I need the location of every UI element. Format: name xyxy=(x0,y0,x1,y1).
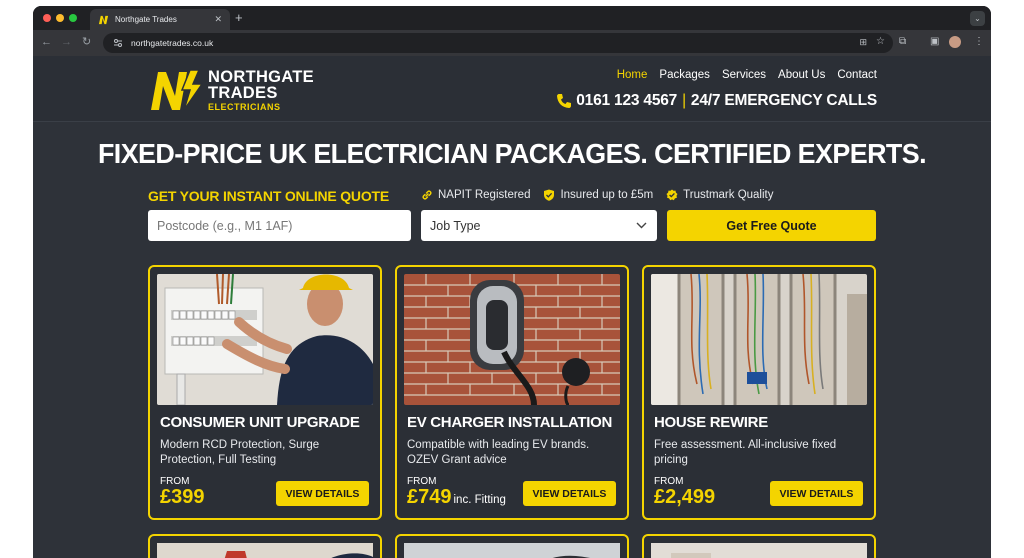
package-photo xyxy=(404,543,620,558)
menu-kebab-icon[interactable]: ⋮ xyxy=(974,36,984,48)
package-card-ev-charger[interactable]: EV CHARGER INSTALLATION Compatible with … xyxy=(395,265,629,520)
website-page: NORTHGATE TRADES ELECTRICIANS Home Packa… xyxy=(33,56,991,558)
price-value: £399 xyxy=(160,486,205,508)
browser-tab[interactable]: Northgate Trades ✕ xyxy=(90,9,230,30)
chevron-down-icon xyxy=(636,222,647,229)
nav-about-us[interactable]: About Us xyxy=(778,69,825,81)
reload-icon[interactable]: ↻ xyxy=(82,35,91,49)
badge-insured-label: Insured up to £5m xyxy=(560,189,654,201)
package-description: Modern RCD Protection, Surge Protection,… xyxy=(160,439,320,466)
badge-napit: NAPIT Registered xyxy=(421,189,530,201)
house-rewire-photo xyxy=(651,274,867,405)
logo-line-electricians: ELECTRICIANS xyxy=(208,101,281,112)
badge-trustmark: Trustmark Quality xyxy=(666,189,773,201)
price-value: £749 xyxy=(407,486,452,508)
view-details-button[interactable]: VIEW DETAILS xyxy=(770,481,863,506)
back-arrow-icon[interactable]: ← xyxy=(41,35,52,49)
consumer-unit-photo xyxy=(157,274,373,405)
package-card-row2-3[interactable] xyxy=(642,534,876,558)
package-title: CONSUMER UNIT UPGRADE xyxy=(160,414,360,431)
logo-line-trades: TRADES xyxy=(208,84,278,102)
tab-title: Northgate Trades xyxy=(115,15,177,24)
quote-label: GET YOUR INSTANT ONLINE QUOTE xyxy=(148,188,390,204)
maximize-window-button[interactable] xyxy=(69,14,77,22)
job-type-value: Job Type xyxy=(430,218,481,233)
package-price: £2,499 xyxy=(654,486,715,509)
translate-icon[interactable]: ⊞ xyxy=(859,37,867,48)
badge-trustmark-label: Trustmark Quality xyxy=(683,189,774,201)
tab-close-icon[interactable]: ✕ xyxy=(214,14,222,25)
package-title: EV CHARGER INSTALLATION xyxy=(407,414,613,431)
new-tab-icon[interactable]: + xyxy=(235,11,243,24)
package-description: Free assessment. All-inclusive fixed pri… xyxy=(654,439,837,466)
nav-packages[interactable]: Packages xyxy=(659,69,710,81)
package-price: £399 xyxy=(160,486,205,509)
price-value: £2,499 xyxy=(654,486,716,508)
ev-charger-photo xyxy=(404,274,620,405)
link-icon xyxy=(422,190,432,200)
get-free-quote-button[interactable]: Get Free Quote xyxy=(667,210,876,241)
phone-separator: | xyxy=(682,92,686,109)
close-window-button[interactable] xyxy=(43,14,51,22)
postcode-input[interactable]: Postcode (e.g., M1 1AF) xyxy=(148,210,411,241)
extensions-icon[interactable]: ⧉ xyxy=(899,36,906,48)
logo-line-northgate: NORTHGATE xyxy=(208,67,314,86)
sidebar-icon[interactable]: ▣ xyxy=(930,36,939,48)
site-logo[interactable]: NORTHGATE TRADES ELECTRICIANS xyxy=(148,66,314,114)
nav-home[interactable]: Home xyxy=(617,69,648,81)
badge-check-icon xyxy=(666,189,678,201)
emergency-calls-label: 24/7 EMERGENCY CALLS xyxy=(690,92,877,109)
phone-number: 0161 123 4567 xyxy=(576,92,678,109)
package-card-row2-1[interactable] xyxy=(148,534,382,558)
hero-title: FIXED-PRICE UK ELECTRICIAN PACKAGES. CER… xyxy=(97,138,927,169)
browser-toolbar: ← → ↻ northgatetrades.co.uk ⊞ ☆ ⧉ ▣ ⋮ xyxy=(33,30,991,56)
package-card-row2-2[interactable] xyxy=(395,534,629,558)
tab-search-chevron-icon[interactable]: ⌄ xyxy=(970,11,985,26)
nav-contact[interactable]: Contact xyxy=(837,69,877,81)
view-details-button[interactable]: VIEW DETAILS xyxy=(276,481,369,506)
address-bar[interactable]: northgatetrades.co.uk ⊞ ☆ xyxy=(103,33,893,53)
view-details-button[interactable]: VIEW DETAILS xyxy=(523,481,616,506)
badge-insured: Insured up to £5m xyxy=(543,189,653,201)
site-header: NORTHGATE TRADES ELECTRICIANS Home Packa… xyxy=(33,56,991,122)
package-price: £749 inc. Fitting xyxy=(407,486,506,509)
phone-icon xyxy=(557,94,572,108)
site-favicon-icon xyxy=(98,15,109,25)
phone-contact[interactable]: 0161 123 4567 | 24/7 EMERGENCY CALLS xyxy=(556,92,877,110)
browser-window: Northgate Trades ✕ + ⌄ ← → ↻ northgatetr… xyxy=(33,6,991,558)
package-photo xyxy=(651,543,867,558)
site-info-icon[interactable] xyxy=(113,38,123,48)
package-photo xyxy=(157,543,373,558)
minimize-window-button[interactable] xyxy=(56,14,64,22)
price-suffix: inc. Fitting xyxy=(453,494,506,506)
main-nav: Home Packages Services About Us Contact xyxy=(617,69,877,81)
package-title: HOUSE REWIRE xyxy=(654,414,768,431)
job-type-select[interactable]: Job Type xyxy=(421,210,657,241)
bookmark-star-icon[interactable]: ☆ xyxy=(876,36,885,47)
package-description: Compatible with leading EV brands. OZEV … xyxy=(407,439,590,466)
package-card-house-rewire[interactable]: HOUSE REWIRE Free assessment. All-inclus… xyxy=(642,265,876,520)
trust-badges: NAPIT Registered Insured up to £5m Trust… xyxy=(421,189,773,201)
forward-arrow-icon[interactable]: → xyxy=(61,35,72,49)
browser-titlebar: Northgate Trades ✕ + ⌄ xyxy=(33,6,991,30)
url-text: northgatetrades.co.uk xyxy=(131,38,214,48)
profile-avatar[interactable] xyxy=(949,36,961,48)
logo-lightning-n-icon xyxy=(151,69,204,111)
nav-services[interactable]: Services xyxy=(722,69,766,81)
badge-napit-label: NAPIT Registered xyxy=(438,189,531,201)
package-card-consumer-unit[interactable]: CONSUMER UNIT UPGRADE Modern RCD Protect… xyxy=(148,265,382,520)
shield-check-icon xyxy=(544,189,555,201)
